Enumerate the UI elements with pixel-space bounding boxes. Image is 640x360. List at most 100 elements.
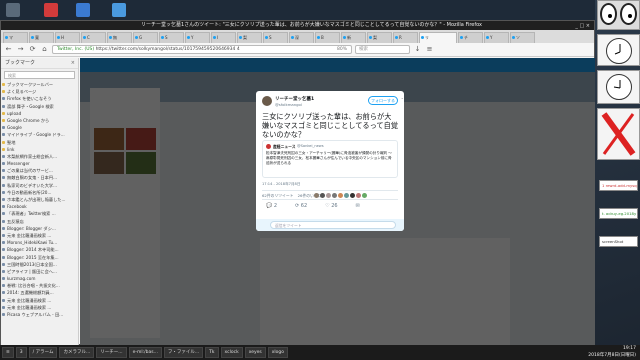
bookmark-item[interactable]: マイドライブ - Google ドラ... bbox=[1, 131, 78, 138]
follow-button[interactable]: フォローする bbox=[368, 96, 398, 105]
browser-tab[interactable]: 新 bbox=[341, 32, 366, 43]
bookmark-folder[interactable]: よく見るページ bbox=[1, 88, 78, 95]
browser-tab[interactable]: S bbox=[159, 32, 184, 43]
browser-tab[interactable]: 無 bbox=[107, 32, 132, 43]
bookmark-item[interactable]: 私家司のビデオいた大学... bbox=[1, 182, 78, 189]
bookmark-item[interactable]: Picasa ウェブアルバム - 田... bbox=[1, 311, 78, 318]
like-icon[interactable]: ♡ 26 bbox=[325, 203, 337, 209]
sidebar-search-input[interactable]: 検索 bbox=[4, 71, 75, 79]
taskbar-button[interactable]: ≡ bbox=[2, 347, 14, 358]
home-icon[interactable]: ⌂ bbox=[40, 45, 49, 54]
taskbar-button[interactable]: xclock bbox=[220, 347, 243, 358]
browser-tab[interactable]: マ bbox=[3, 32, 28, 43]
chevron-down-icon[interactable]: ⌄ bbox=[401, 95, 404, 100]
taskbar-clock[interactable]: 19:17 2018年7月8日(日曜日) bbox=[588, 345, 636, 359]
modal-backdrop[interactable]: リーチー堂ッ乞墓1 @sfolkmangol フォローする ⌄ 三女にクソリプ送… bbox=[80, 58, 595, 346]
browser-tab[interactable]: 寛 bbox=[29, 32, 54, 43]
reply-input[interactable]: 返信をツイート bbox=[270, 221, 396, 229]
browser-tab[interactable]: H bbox=[55, 32, 80, 43]
bookmark-folder[interactable]: link bbox=[1, 146, 78, 153]
tweet-timestamp[interactable]: 17:14 - 2018年7月8日 bbox=[262, 182, 300, 187]
mini-window-2[interactable]: t. ackuy-eg.2018y 2018/7/ bbox=[599, 208, 638, 219]
taskbar-button[interactable]: リーチー... bbox=[96, 347, 127, 358]
browser-tab[interactable]: チ bbox=[458, 32, 483, 43]
bookmark-folder[interactable]: 聖地 bbox=[1, 139, 78, 146]
browser-tab[interactable]: 梨 bbox=[367, 32, 392, 43]
window-titlebar[interactable]: リーチー堂ッ乞墓1さんのツイート: "三女にクソリプ送った輩は、お前らが大嫌いな… bbox=[1, 21, 594, 30]
window-controls[interactable]: _ □ × bbox=[575, 22, 590, 30]
browser-tab[interactable]: C bbox=[81, 32, 106, 43]
reply-icon[interactable]: 💬 2 bbox=[266, 203, 277, 209]
browser-tab[interactable]: ソ bbox=[510, 32, 535, 43]
retweet-icon[interactable]: ⟳ 62 bbox=[295, 203, 307, 209]
bookmark-folder[interactable]: upload bbox=[1, 110, 78, 117]
bookmark-item[interactable]: Messenger bbox=[1, 160, 78, 167]
taskbar-button[interactable]: e-ml:/bas... bbox=[128, 347, 162, 358]
bookmark-item[interactable]: 元来 金比羅漫画検索 ... bbox=[1, 297, 78, 304]
taskbar: ≡ 3/ アラーム カメラフル... リーチー... e-ml:/bas... フ・ファイ… bbox=[0, 345, 640, 360]
bookmark-item[interactable]: 巻戦: 比谷合唱・共振文化... bbox=[1, 282, 78, 289]
avatar[interactable] bbox=[262, 96, 272, 106]
taskbar-button[interactable]: 3 bbox=[15, 347, 27, 358]
taskbar-button[interactable]: xlogo bbox=[267, 347, 289, 358]
retweet-count[interactable]: 62件のリツイート bbox=[262, 193, 293, 198]
bookmark-item[interactable]: Blogger: 2014 木寺司能... bbox=[1, 246, 78, 253]
bookmark-folder[interactable]: Google Chrome から bbox=[1, 117, 78, 124]
bookmark-item[interactable]: 2014: 五選機総額判員... bbox=[1, 289, 78, 296]
browser-tab[interactable]: G bbox=[133, 32, 158, 43]
browser-tab[interactable]: R bbox=[393, 32, 418, 43]
browser-tab[interactable]: 深 bbox=[289, 32, 314, 43]
desktop-icon-terminal[interactable] bbox=[6, 3, 20, 17]
bookmark-item[interactable]: 「表現者」Twitter検索 ... bbox=[1, 210, 78, 217]
taskbar-button[interactable]: Tk bbox=[205, 347, 219, 358]
browser-tab[interactable]: S bbox=[263, 32, 288, 43]
bookmark-item[interactable]: Firefox を使いこなそう bbox=[1, 95, 78, 102]
bookmark-item[interactable]: 今日の動画新名所(20... bbox=[1, 189, 78, 196]
browser-tab[interactable]: B bbox=[315, 32, 340, 43]
search-input[interactable]: 検索 bbox=[355, 45, 410, 54]
back-icon[interactable]: ← bbox=[4, 45, 13, 54]
bookmark-item[interactable]: Google bbox=[1, 124, 78, 131]
downloads-icon[interactable]: ↓ bbox=[413, 45, 422, 54]
browser-tab[interactable]: Y bbox=[484, 32, 509, 43]
zoom-level[interactable]: 80% bbox=[337, 46, 347, 53]
close-icon[interactable]: × bbox=[71, 58, 75, 69]
desktop-icon-app[interactable] bbox=[44, 3, 58, 17]
forward-icon[interactable]: → bbox=[16, 45, 25, 54]
tweet-author-handle[interactable]: @sfolkmangol bbox=[275, 102, 302, 107]
browser-tab[interactable]: Y bbox=[185, 32, 210, 43]
desktop-icon-folder[interactable] bbox=[76, 3, 90, 17]
bookmark-item[interactable]: 渡部 舞子・Google 検索 bbox=[1, 103, 78, 110]
browser-tab-active[interactable]: リ bbox=[419, 32, 457, 43]
bookmark-folder[interactable]: ブックマークツールバー bbox=[1, 81, 78, 88]
taskbar-button[interactable]: xeyes bbox=[244, 347, 266, 358]
bookmark-item[interactable]: 木梨航網作家士総会新人... bbox=[1, 153, 78, 160]
menu-icon[interactable]: ≡ bbox=[425, 45, 434, 54]
bookmark-item[interactable]: ピアライフ | 飯田に会へ... bbox=[1, 268, 78, 275]
bookmark-item[interactable]: 無敵白胴の女鬼 - 日本円... bbox=[1, 174, 78, 181]
tweet-stats: 62件のリツイート 26件のいいね bbox=[262, 190, 398, 200]
reload-icon[interactable]: ⟳ bbox=[28, 45, 37, 54]
quoted-tweet[interactable]: 産経ニュース @Sankei_news 松本智津夫死刑囚の三女・アーチャリー(麗… bbox=[262, 140, 398, 178]
bookmark-item[interactable]: ホ本鑑とんが出現し陥藝した... bbox=[1, 196, 78, 203]
bookmark-item[interactable]: ごの業は当代のサービ... bbox=[1, 167, 78, 174]
bookmark-item[interactable]: Blogger: Blogger ダシ... bbox=[1, 225, 78, 232]
url-bar[interactable]: Twitter, Inc. (US) https://twitter.com/s… bbox=[52, 45, 352, 54]
browser-tab[interactable]: 梨 bbox=[237, 32, 262, 43]
bookmark-item[interactable]: 元来 金比羅漫画検索 ... bbox=[1, 304, 78, 311]
bookmark-item[interactable]: kurzmag.com bbox=[1, 275, 78, 282]
bookmark-item[interactable]: Facebook bbox=[1, 203, 78, 210]
taskbar-button[interactable]: カメラフル... bbox=[59, 347, 95, 358]
bookmark-item[interactable]: 三国時間2013(日本全国... bbox=[1, 261, 78, 268]
taskbar-button[interactable]: フ・ファイル... bbox=[163, 347, 204, 358]
desktop-icon-files[interactable] bbox=[112, 3, 126, 17]
message-icon[interactable]: ✉ bbox=[356, 203, 360, 209]
taskbar-button[interactable]: / アラーム bbox=[28, 347, 58, 358]
mini-window-1[interactable]: 1 rewrd-add-mysql-unq.rl bbox=[599, 180, 638, 191]
bookmark-item[interactable]: 元来 金比羅漫画検索 ... bbox=[1, 232, 78, 239]
mini-window-3[interactable]: screenShot bbox=[599, 236, 638, 247]
browser-tab[interactable]: I bbox=[211, 32, 236, 43]
bookmark-item[interactable]: Blogger: 2015 至在年集... bbox=[1, 254, 78, 261]
bookmark-item[interactable]: Morons_HidekiKawi Tu... bbox=[1, 239, 78, 246]
bookmark-item[interactable]: 五反猿店 bbox=[1, 218, 78, 225]
